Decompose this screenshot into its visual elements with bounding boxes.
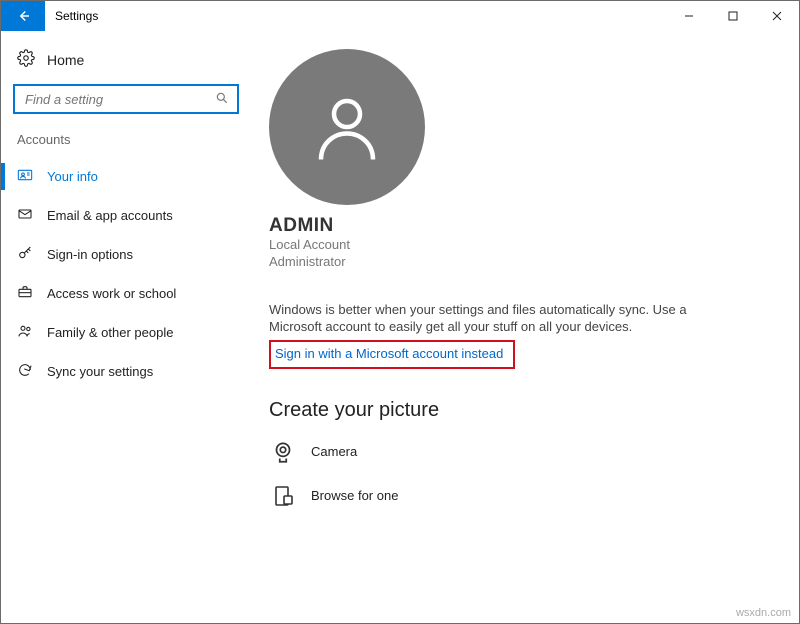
- maximize-button[interactable]: [711, 1, 755, 31]
- window-controls: [667, 1, 799, 31]
- sync-icon: [17, 362, 33, 381]
- sidebar-item-label: Family & other people: [47, 325, 173, 340]
- back-button[interactable]: [1, 1, 45, 31]
- sidebar: Home Accounts Your info Email & app acco…: [1, 31, 251, 623]
- mail-icon: [17, 206, 33, 225]
- camera-label: Camera: [311, 444, 357, 459]
- create-picture-heading: Create your picture: [269, 399, 775, 422]
- sync-pitch-text: Windows is better when your settings and…: [269, 301, 689, 336]
- sidebar-nav: Your info Email & app accounts Sign-in o…: [1, 157, 251, 391]
- content-pane: ADMIN Local Account Administrator Window…: [251, 31, 799, 623]
- user-name: ADMIN: [269, 215, 775, 237]
- person-icon: [308, 88, 386, 166]
- search-input[interactable]: [23, 91, 215, 108]
- sidebar-item-label: Sign-in options: [47, 247, 133, 262]
- gear-icon: [17, 49, 35, 70]
- key-icon: [17, 245, 33, 264]
- sign-in-ms-account-link[interactable]: Sign in with a Microsoft account instead: [275, 346, 503, 361]
- sidebar-item-sync-settings[interactable]: Sync your settings: [1, 352, 251, 391]
- browse-icon: [269, 482, 297, 510]
- briefcase-icon: [17, 284, 33, 303]
- sidebar-section-label: Accounts: [1, 128, 251, 157]
- person-card-icon: [17, 167, 33, 186]
- minimize-button[interactable]: [667, 1, 711, 31]
- sidebar-item-label: Your info: [47, 169, 98, 184]
- sidebar-item-family-people[interactable]: Family & other people: [1, 313, 251, 352]
- camera-button[interactable]: Camera: [269, 438, 775, 466]
- sidebar-item-email-accounts[interactable]: Email & app accounts: [1, 196, 251, 235]
- sidebar-item-your-info[interactable]: Your info: [1, 157, 251, 196]
- browse-label: Browse for one: [311, 488, 398, 503]
- user-avatar: [269, 49, 425, 205]
- window-title: Settings: [45, 1, 108, 31]
- camera-icon: [269, 438, 297, 466]
- close-button[interactable]: [755, 1, 799, 31]
- browse-button[interactable]: Browse for one: [269, 482, 775, 510]
- sign-in-link-highlight: Sign in with a Microsoft account instead: [269, 340, 515, 369]
- sidebar-item-label: Sync your settings: [47, 364, 153, 379]
- watermark: wsxdn.com: [736, 607, 791, 619]
- sidebar-item-label: Email & app accounts: [47, 208, 173, 223]
- people-icon: [17, 323, 33, 342]
- sidebar-item-signin-options[interactable]: Sign-in options: [1, 235, 251, 274]
- search-input-wrap[interactable]: [13, 84, 239, 114]
- user-role: Administrator: [269, 254, 775, 271]
- user-account-type: Local Account: [269, 237, 775, 254]
- search-icon: [215, 91, 229, 108]
- sidebar-item-access-work-school[interactable]: Access work or school: [1, 274, 251, 313]
- home-button[interactable]: Home: [1, 43, 251, 84]
- sidebar-item-label: Access work or school: [47, 286, 176, 301]
- titlebar: Settings: [1, 1, 799, 31]
- home-label: Home: [47, 52, 84, 68]
